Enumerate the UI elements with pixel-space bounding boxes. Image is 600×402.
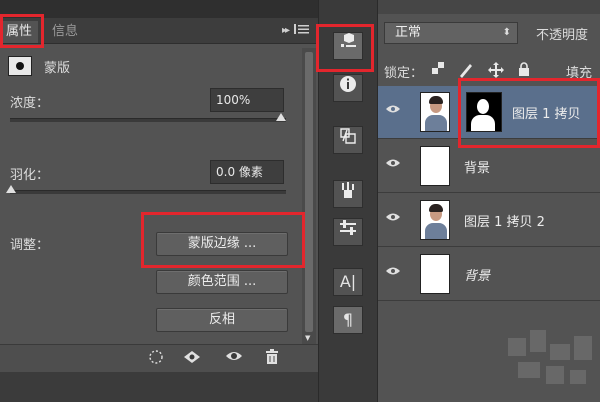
collapse-panel-icon[interactable]: ▸▸ — [282, 25, 290, 36]
properties-bottom-bar — [0, 344, 318, 372]
feather-label: 羽化： — [10, 168, 50, 183]
layer-thumbnail-white[interactable] — [420, 146, 450, 186]
layer-thumbnail-white[interactable] — [420, 254, 450, 294]
color-range-button[interactable]: 颜色范围 ... — [156, 270, 288, 294]
visibility-eye-icon[interactable] — [384, 212, 402, 224]
layer-name[interactable]: 图层 1 拷贝 2 — [464, 211, 545, 230]
visibility-eye-icon[interactable] — [384, 266, 402, 278]
feather-slider-thumb[interactable] — [6, 185, 16, 193]
apply-mask-icon[interactable] — [182, 349, 202, 369]
properties-scrollbar[interactable]: ▼ — [302, 48, 316, 344]
watermark-pixel — [518, 362, 540, 378]
scrollbar-thumb[interactable] — [305, 52, 313, 332]
lock-transparent-pixels-icon[interactable] — [432, 62, 444, 78]
layer-row[interactable]: 图层 1 拷贝 — [378, 86, 600, 139]
fill-label: 填充 — [566, 66, 593, 81]
layer-mask-thumbnail[interactable] — [466, 92, 502, 132]
blend-mode-select[interactable]: 正常 ⬍ — [384, 22, 518, 44]
watermark-pixel — [574, 336, 592, 360]
watermark-pixel — [508, 338, 526, 356]
visibility-eye-icon[interactable] — [384, 104, 402, 116]
toggle-mask-eye-icon[interactable] — [224, 349, 244, 369]
lock-all-icon[interactable] — [518, 62, 530, 80]
character-panel-icon[interactable]: A| — [333, 268, 363, 296]
feather-input[interactable]: 0.0 像素 — [210, 160, 284, 184]
density-slider[interactable] — [10, 113, 286, 122]
layer-row[interactable]: 图层 1 拷贝 2 — [378, 194, 600, 247]
tab-info[interactable]: 信息 — [46, 21, 84, 43]
layers-panel: 正常 ⬍ 不透明度 锁定： 填充 图层 1 拷贝 背景 图层 1 拷贝 2 背景 — [378, 0, 600, 402]
lock-label: 锁定： — [384, 66, 424, 81]
layer-name[interactable]: 背景 — [464, 157, 490, 176]
layers-top-strip — [378, 0, 600, 14]
properties-tabbar: 属性 信息 ▸▸ — [0, 18, 318, 44]
visibility-eye-icon[interactable] — [384, 158, 402, 170]
blend-mode-value: 正常 — [395, 25, 422, 40]
watermark-pixel — [530, 330, 546, 352]
adjust-label: 调整： — [10, 238, 50, 253]
info-panel-icon[interactable] — [333, 74, 363, 102]
watermark-pixel — [550, 344, 570, 360]
invert-button[interactable]: 反相 — [156, 308, 288, 332]
brush-presets-icon[interactable] — [333, 180, 363, 208]
layer-thumbnail-photo[interactable] — [420, 92, 450, 132]
layer-row[interactable]: 背景 — [378, 140, 600, 193]
pixel-mask-icon[interactable] — [8, 56, 32, 76]
mask-label: 蒙版 — [44, 61, 71, 76]
load-selection-icon[interactable] — [146, 349, 166, 369]
density-label: 浓度： — [10, 96, 50, 111]
paragraph-panel-icon[interactable]: ¶ — [333, 306, 363, 334]
opacity-label: 不透明度 — [536, 28, 589, 43]
layer-row[interactable]: 背景 — [378, 248, 600, 301]
density-input[interactable]: 100% — [210, 88, 284, 112]
panel-icon-strip: A| ¶ — [318, 0, 378, 402]
panel-top-strip — [0, 0, 318, 18]
layer-name[interactable]: 背景 — [464, 265, 490, 284]
watermark-pixel — [546, 366, 564, 384]
lock-image-pixels-icon[interactable] — [458, 62, 474, 82]
panel-menu-icon[interactable] — [294, 22, 312, 38]
lock-position-icon[interactable] — [488, 62, 504, 82]
scroll-down-icon[interactable]: ▼ — [305, 334, 310, 342]
clone-source-icon[interactable] — [333, 126, 363, 154]
watermark-pixel — [570, 370, 586, 384]
chevron-updown-icon: ⬍ — [502, 27, 511, 38]
layer-name[interactable]: 图层 1 拷贝 — [512, 103, 581, 122]
feather-slider[interactable] — [6, 185, 286, 194]
properties-panel: 属性 信息 ▸▸ 蒙版 浓度： 100% 羽化： 0.0 像素 调整： 蒙版边缘… — [0, 0, 318, 372]
adjustments-panel-icon[interactable] — [333, 218, 363, 246]
delete-mask-icon[interactable] — [262, 349, 282, 369]
tab-properties[interactable]: 属性 — [0, 21, 39, 43]
mask-edge-button[interactable]: 蒙版边缘 ... — [156, 232, 288, 256]
properties-panel-icon[interactable] — [333, 32, 363, 60]
density-slider-thumb[interactable] — [276, 113, 286, 121]
layer-thumbnail-photo[interactable] — [420, 200, 450, 240]
